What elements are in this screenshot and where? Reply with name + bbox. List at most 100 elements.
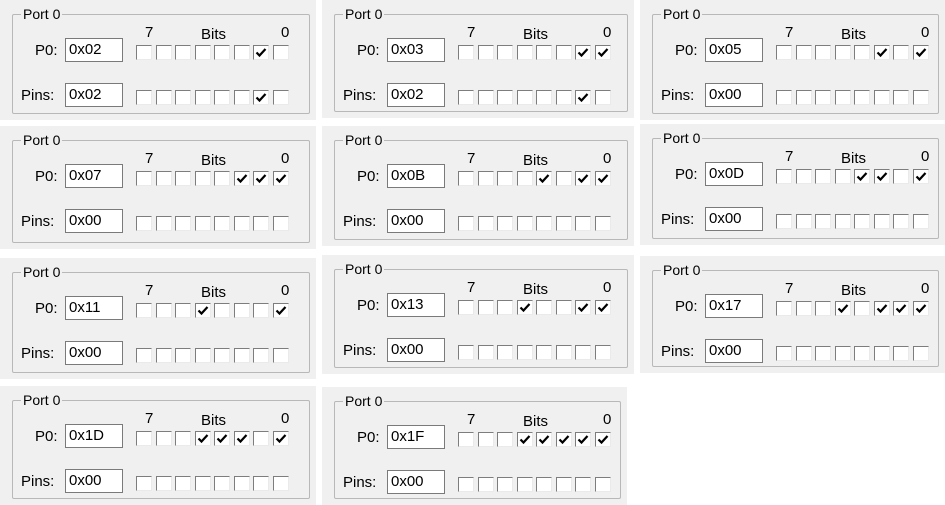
bit-checkbox[interactable] bbox=[214, 171, 230, 186]
bit-checkbox[interactable] bbox=[477, 432, 494, 447]
bit-checkbox[interactable] bbox=[233, 476, 250, 491]
pins-value-field[interactable]: 0x00 bbox=[705, 83, 763, 107]
bit-checkbox[interactable] bbox=[272, 216, 289, 231]
bit-checkbox[interactable] bbox=[873, 169, 890, 184]
bit-checkbox[interactable] bbox=[575, 345, 591, 360]
pins-value-field[interactable]: 0x00 bbox=[65, 469, 123, 493]
bit-checkbox[interactable] bbox=[873, 346, 890, 361]
bit-checkbox[interactable] bbox=[536, 432, 552, 447]
bit-checkbox[interactable] bbox=[555, 171, 572, 186]
bit-checkbox[interactable] bbox=[854, 169, 870, 184]
bit-checkbox[interactable] bbox=[253, 171, 269, 186]
bit-checkbox[interactable] bbox=[536, 45, 552, 60]
bit-checkbox[interactable] bbox=[594, 171, 611, 186]
bit-checkbox[interactable] bbox=[194, 431, 211, 446]
bit-checkbox[interactable] bbox=[214, 348, 230, 363]
bit-checkbox[interactable] bbox=[497, 432, 513, 447]
bit-checkbox[interactable] bbox=[155, 348, 172, 363]
bit-checkbox[interactable] bbox=[253, 476, 269, 491]
bit-checkbox[interactable] bbox=[575, 171, 591, 186]
bit-checkbox[interactable] bbox=[776, 90, 792, 105]
bit-checkbox[interactable] bbox=[834, 90, 851, 105]
bit-checkbox[interactable] bbox=[155, 216, 172, 231]
bit-checkbox[interactable] bbox=[253, 303, 269, 318]
bit-checkbox[interactable] bbox=[516, 216, 533, 231]
bit-checkbox[interactable] bbox=[233, 171, 250, 186]
pins-value-field[interactable]: 0x02 bbox=[65, 83, 123, 107]
bit-checkbox[interactable] bbox=[893, 301, 909, 316]
bit-checkbox[interactable] bbox=[893, 346, 909, 361]
bit-checkbox[interactable] bbox=[253, 216, 269, 231]
bit-checkbox[interactable] bbox=[575, 45, 591, 60]
bit-checkbox[interactable] bbox=[854, 90, 870, 105]
bit-checkbox[interactable] bbox=[233, 45, 250, 60]
pins-value-field[interactable]: 0x00 bbox=[387, 209, 445, 233]
bit-checkbox[interactable] bbox=[516, 345, 533, 360]
bit-checkbox[interactable] bbox=[175, 303, 191, 318]
p0-value-field[interactable]: 0x03 bbox=[387, 38, 445, 62]
bit-checkbox[interactable] bbox=[458, 90, 474, 105]
bit-checkbox[interactable] bbox=[136, 476, 152, 491]
bit-checkbox[interactable] bbox=[477, 90, 494, 105]
p0-value-field[interactable]: 0x1D bbox=[65, 424, 123, 448]
pins-value-field[interactable]: 0x00 bbox=[65, 341, 123, 365]
bit-checkbox[interactable] bbox=[497, 45, 513, 60]
bit-checkbox[interactable] bbox=[575, 90, 591, 105]
bit-checkbox[interactable] bbox=[477, 345, 494, 360]
bit-checkbox[interactable] bbox=[555, 45, 572, 60]
pins-value-field[interactable]: 0x00 bbox=[65, 209, 123, 233]
bit-checkbox[interactable] bbox=[253, 431, 269, 446]
bit-checkbox[interactable] bbox=[594, 300, 611, 315]
bit-checkbox[interactable] bbox=[854, 301, 870, 316]
bit-checkbox[interactable] bbox=[233, 90, 250, 105]
bit-checkbox[interactable] bbox=[233, 348, 250, 363]
bit-checkbox[interactable] bbox=[458, 300, 474, 315]
bit-checkbox[interactable] bbox=[155, 45, 172, 60]
bit-checkbox[interactable] bbox=[893, 45, 909, 60]
bit-checkbox[interactable] bbox=[272, 45, 289, 60]
bit-checkbox[interactable] bbox=[175, 90, 191, 105]
bit-checkbox[interactable] bbox=[155, 171, 172, 186]
bit-checkbox[interactable] bbox=[834, 45, 851, 60]
bit-checkbox[interactable] bbox=[155, 476, 172, 491]
bit-checkbox[interactable] bbox=[458, 45, 474, 60]
bit-checkbox[interactable] bbox=[536, 216, 552, 231]
bit-checkbox[interactable] bbox=[536, 90, 552, 105]
bit-checkbox[interactable] bbox=[253, 90, 269, 105]
bit-checkbox[interactable] bbox=[873, 90, 890, 105]
bit-checkbox[interactable] bbox=[477, 171, 494, 186]
bit-checkbox[interactable] bbox=[516, 45, 533, 60]
bit-checkbox[interactable] bbox=[776, 346, 792, 361]
bit-checkbox[interactable] bbox=[194, 216, 211, 231]
p0-value-field[interactable]: 0x11 bbox=[65, 296, 123, 320]
bit-checkbox[interactable] bbox=[214, 431, 230, 446]
bit-checkbox[interactable] bbox=[233, 216, 250, 231]
bit-checkbox[interactable] bbox=[795, 169, 812, 184]
bit-checkbox[interactable] bbox=[834, 214, 851, 229]
bit-checkbox[interactable] bbox=[912, 90, 929, 105]
bit-checkbox[interactable] bbox=[834, 301, 851, 316]
bit-checkbox[interactable] bbox=[214, 216, 230, 231]
bit-checkbox[interactable] bbox=[575, 216, 591, 231]
bit-checkbox[interactable] bbox=[795, 45, 812, 60]
bit-checkbox[interactable] bbox=[555, 345, 572, 360]
bit-checkbox[interactable] bbox=[155, 90, 172, 105]
bit-checkbox[interactable] bbox=[516, 90, 533, 105]
bit-checkbox[interactable] bbox=[175, 216, 191, 231]
bit-checkbox[interactable] bbox=[194, 348, 211, 363]
bit-checkbox[interactable] bbox=[253, 348, 269, 363]
bit-checkbox[interactable] bbox=[497, 345, 513, 360]
bit-checkbox[interactable] bbox=[477, 300, 494, 315]
bit-checkbox[interactable] bbox=[136, 45, 152, 60]
bit-checkbox[interactable] bbox=[272, 303, 289, 318]
bit-checkbox[interactable] bbox=[272, 431, 289, 446]
bit-checkbox[interactable] bbox=[854, 214, 870, 229]
bit-checkbox[interactable] bbox=[555, 90, 572, 105]
bit-checkbox[interactable] bbox=[136, 431, 152, 446]
bit-checkbox[interactable] bbox=[555, 477, 572, 492]
bit-checkbox[interactable] bbox=[253, 45, 269, 60]
bit-checkbox[interactable] bbox=[477, 477, 494, 492]
bit-checkbox[interactable] bbox=[815, 301, 831, 316]
bit-checkbox[interactable] bbox=[575, 432, 591, 447]
bit-checkbox[interactable] bbox=[194, 90, 211, 105]
